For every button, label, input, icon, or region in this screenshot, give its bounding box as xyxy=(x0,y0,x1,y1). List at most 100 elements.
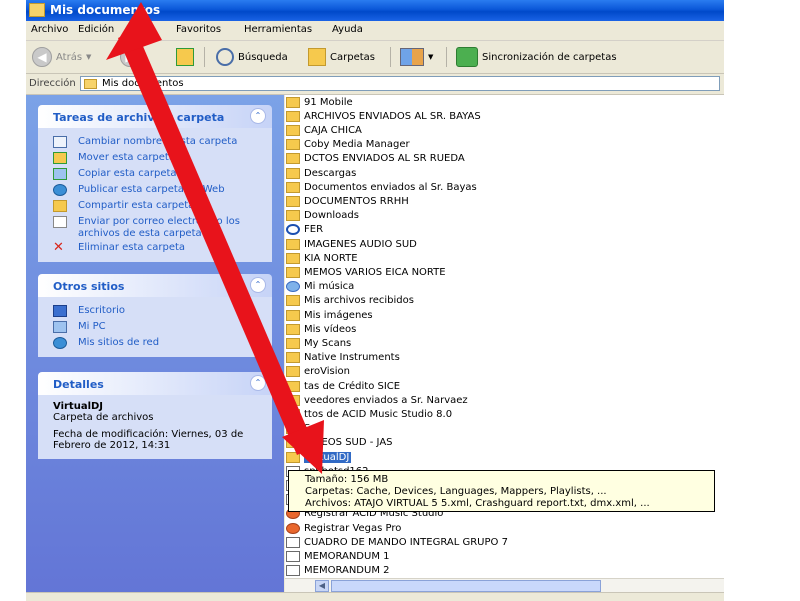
details-panel: Detalles ⌃ VirtualDJ Carpeta de archivos… xyxy=(38,372,272,459)
task-label: Enviar por correo electrónico los archiv… xyxy=(78,216,240,239)
menu-archivo[interactable]: Archivo xyxy=(31,24,68,35)
file-item[interactable]: eroVision xyxy=(286,365,350,379)
file-name: Descargas xyxy=(304,167,357,179)
file-item[interactable]: Coby Media Manager xyxy=(286,138,410,152)
scrollbar-thumb[interactable] xyxy=(331,580,601,592)
folders-button[interactable]: Carpetas xyxy=(308,46,375,68)
back-label: Atrás xyxy=(56,51,83,63)
menu-ayuda[interactable]: Ayuda xyxy=(332,24,363,35)
file-item[interactable]: MEMOS VARIOS EICA NORTE xyxy=(286,265,446,279)
place-my-computer[interactable]: Mi PC xyxy=(38,319,272,335)
panel-title: Tareas de archivo y carpeta xyxy=(53,111,225,124)
file-item[interactable]: 91 Mobile xyxy=(286,95,353,109)
task-move-folder[interactable]: Mover esta carpeta xyxy=(38,150,272,166)
folder-icon xyxy=(29,3,45,17)
folder-icon xyxy=(286,167,300,179)
file-item[interactable]: ARCHIVOS ENVIADOS AL SR. BAYAS xyxy=(286,109,481,123)
toolbar-separator xyxy=(390,47,391,67)
file-name: CAJA CHICA xyxy=(304,124,362,136)
file-item[interactable]: Registrar Vegas Pro xyxy=(286,521,401,535)
file-item[interactable]: CUADRO DE MANDO INTEGRAL GRUPO 7 xyxy=(286,535,508,549)
folder-icon xyxy=(286,110,300,122)
folder-icon xyxy=(286,238,300,250)
file-item[interactable]: IMAGENES AUDIO SUD xyxy=(286,237,417,251)
back-button[interactable]: ◀ Atrás ▼ xyxy=(32,46,91,68)
address-input[interactable]: Mis documentos xyxy=(80,76,720,91)
file-item[interactable]: VirtualDJ xyxy=(286,450,352,464)
panel-header[interactable]: Detalles ⌃ xyxy=(38,372,272,395)
file-item[interactable]: Mis archivos recibidos xyxy=(286,294,414,308)
file-item[interactable]: Mis imágenes xyxy=(286,308,373,322)
task-email-files[interactable]: Enviar por correo electrónico los archiv… xyxy=(38,214,250,240)
horizontal-scrollbar[interactable]: ◀ xyxy=(285,578,724,593)
task-share-folder[interactable]: Compartir esta carpeta xyxy=(38,198,272,214)
file-item[interactable]: veedores enviados a Sr. Narvaez xyxy=(286,393,468,407)
file-item[interactable]: My Scans xyxy=(286,336,351,350)
menu-ver[interactable]: Ver xyxy=(138,24,154,35)
collapse-chevron-icon[interactable]: ⌃ xyxy=(250,375,266,391)
file-name: Native Instruments xyxy=(304,352,400,364)
up-folder-button[interactable] xyxy=(176,46,198,68)
sync-folders-button[interactable]: Sincronización de carpetas xyxy=(456,46,617,68)
folder-icon xyxy=(286,437,300,449)
place-label: Mi PC xyxy=(78,321,106,332)
file-item[interactable]: FER xyxy=(286,223,323,237)
search-button[interactable]: Búsqueda xyxy=(216,46,288,68)
tooltip-size: Tamaño: 156 MB xyxy=(305,474,389,485)
task-publish-web[interactable]: Publicar esta carpeta en Web xyxy=(38,182,272,198)
folder-icon xyxy=(286,295,300,307)
file-name: eroVision xyxy=(304,366,351,378)
folder-icon xyxy=(286,423,300,435)
file-item[interactable]: Mis vídeos xyxy=(286,322,356,336)
file-item[interactable]: VIDEOS SUD - JAS xyxy=(286,436,393,450)
task-copy-folder[interactable]: Copiar esta carpeta xyxy=(38,166,272,182)
forward-button[interactable]: ▶ xyxy=(120,46,144,68)
task-label: Eliminar esta carpeta xyxy=(78,242,186,253)
file-name: VirtualDJ xyxy=(304,451,352,463)
file-item[interactable]: S xyxy=(286,422,310,436)
file-item[interactable]: Documentos enviados al Sr. Bayas xyxy=(286,180,477,194)
folder-icon xyxy=(286,380,300,392)
collapse-chevron-icon[interactable]: ⌃ xyxy=(250,108,266,124)
collapse-chevron-icon[interactable]: ⌃ xyxy=(250,277,266,293)
views-button[interactable]: ▼ xyxy=(400,46,433,68)
file-name: ARCHIVOS ENVIADOS AL SR. BAYAS xyxy=(304,110,481,122)
place-network[interactable]: Mis sitios de red xyxy=(38,335,272,351)
file-item[interactable]: Descargas xyxy=(286,166,356,180)
folder-icon xyxy=(286,139,300,151)
file-item[interactable]: KIA NORTE xyxy=(286,251,358,265)
menu-edicion[interactable]: Edición xyxy=(78,24,114,35)
details-type: Carpeta de archivos xyxy=(53,412,154,423)
folder-icon xyxy=(286,408,300,420)
file-item[interactable]: Native Instruments xyxy=(286,351,400,365)
sync-icon xyxy=(456,47,478,67)
title-bar[interactable]: Mis documentos xyxy=(26,0,724,21)
scroll-left-icon[interactable]: ◀ xyxy=(315,580,329,592)
file-item[interactable]: MEMORANDUM 2 xyxy=(286,564,390,578)
file-item[interactable]: tas de Crédito SICE xyxy=(286,379,400,393)
menu-herramientas[interactable]: Herramientas xyxy=(244,24,312,35)
folders-icon xyxy=(308,48,326,66)
file-icon xyxy=(286,550,300,562)
folder-icon xyxy=(286,309,300,321)
file-item[interactable]: Mi música xyxy=(286,280,354,294)
task-delete-folder[interactable]: ✕ Eliminar esta carpeta xyxy=(38,240,272,256)
dropdown-arrow-icon: ▼ xyxy=(86,53,92,61)
up-folder-icon xyxy=(176,48,194,66)
panel-header[interactable]: Tareas de archivo y carpeta ⌃ xyxy=(38,105,272,128)
file-item[interactable]: DOCUMENTOS RRHH xyxy=(286,194,409,208)
toolbar-separator xyxy=(446,47,447,67)
task-rename-folder[interactable]: Cambiar nombre a esta carpeta xyxy=(38,134,272,150)
file-name: Documentos enviados al Sr. Bayas xyxy=(304,181,477,193)
file-item[interactable]: MEMORANDUM 1 xyxy=(286,549,390,563)
place-desktop[interactable]: Escritorio xyxy=(38,303,272,319)
folders-label: Carpetas xyxy=(330,51,375,63)
panel-title: Detalles xyxy=(53,378,104,391)
file-item[interactable]: DCTOS ENVIADOS AL SR RUEDA xyxy=(286,152,465,166)
menu-favoritos[interactable]: Favoritos xyxy=(176,24,221,35)
file-item[interactable]: ttos de ACID Music Studio 8.0 xyxy=(286,407,452,421)
place-label: Mis sitios de red xyxy=(78,337,160,348)
file-item[interactable]: Downloads xyxy=(286,209,359,223)
panel-header[interactable]: Otros sitios ⌃ xyxy=(38,274,272,297)
file-item[interactable]: CAJA CHICA xyxy=(286,123,362,137)
